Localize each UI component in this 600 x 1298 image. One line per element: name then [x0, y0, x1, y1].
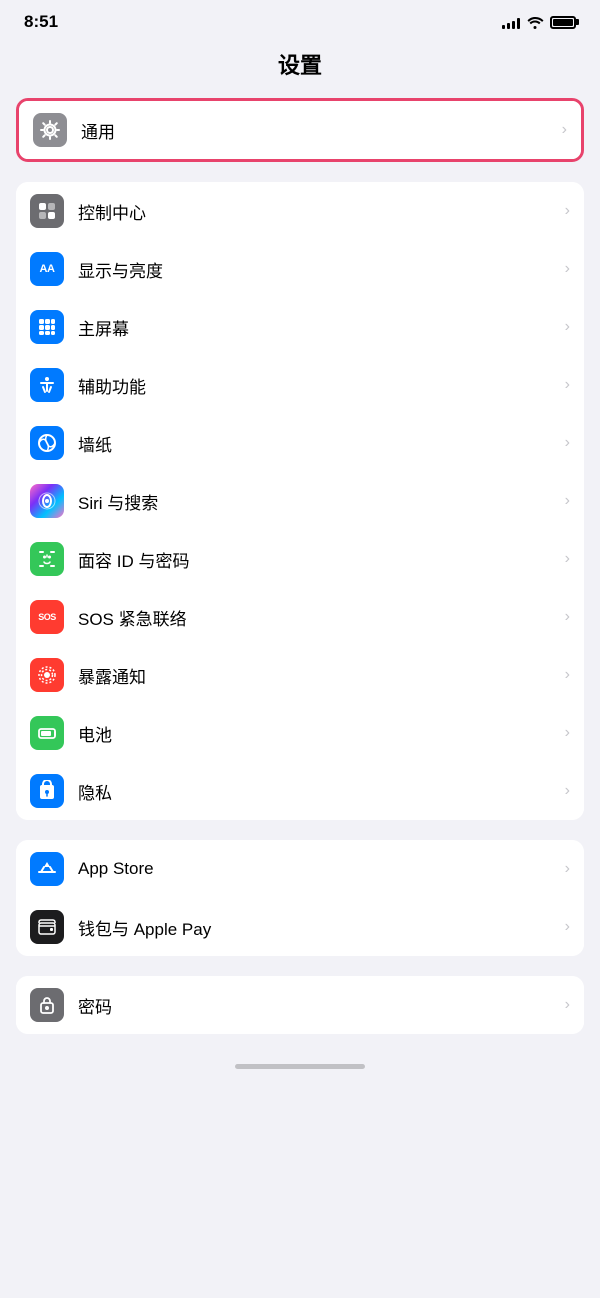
row-home-screen[interactable]: 主屏幕 › [16, 298, 584, 356]
accessibility-chevron: › [565, 376, 570, 394]
row-exposure[interactable]: 暴露通知 › [16, 646, 584, 704]
home-screen-label: 主屏幕 [78, 315, 559, 340]
faceid-label: 面容 ID 与密码 [78, 547, 559, 572]
section-passwords: 密码 › [16, 976, 584, 1034]
section-apps: App Store › 钱包与 Apple Pay › [16, 840, 584, 956]
page-title: 设置 [0, 40, 600, 94]
row-general[interactable]: 通用 › [19, 101, 581, 159]
section-general: 通用 › [16, 98, 584, 162]
row-sos[interactable]: SOS SOS 紧急联络 › [16, 588, 584, 646]
control-center-label: 控制中心 [78, 199, 559, 224]
passwords-label: 密码 [78, 993, 559, 1018]
appstore-icon [30, 852, 64, 886]
privacy-label: 隐私 [78, 779, 559, 804]
wifi-icon [526, 15, 544, 29]
wallpaper-chevron: › [565, 434, 570, 452]
siri-icon [30, 484, 64, 518]
row-wallpaper[interactable]: 墙纸 › [16, 414, 584, 472]
exposure-label: 暴露通知 [78, 663, 559, 688]
sos-icon: SOS [30, 600, 64, 634]
battery-label: 电池 [78, 721, 559, 746]
faceid-icon [30, 542, 64, 576]
siri-label: Siri 与搜索 [78, 489, 559, 514]
row-appstore[interactable]: App Store › [16, 840, 584, 898]
faceid-chevron: › [565, 550, 570, 568]
status-bar: 8:51 [0, 0, 600, 40]
home-indicator-area [0, 1054, 600, 1089]
display-icon: AA [30, 252, 64, 286]
home-screen-chevron: › [565, 318, 570, 336]
status-icons [502, 15, 576, 29]
wallet-label: 钱包与 Apple Pay [78, 915, 559, 940]
row-control-center[interactable]: 控制中心 › [16, 182, 584, 240]
row-accessibility[interactable]: 辅助功能 › [16, 356, 584, 414]
siri-chevron: › [565, 492, 570, 510]
row-siri[interactable]: Siri 与搜索 › [16, 472, 584, 530]
sos-label: SOS 紧急联络 [78, 605, 559, 630]
general-label: 通用 [81, 118, 556, 143]
home-screen-icon [30, 310, 64, 344]
passwords-icon [30, 988, 64, 1022]
sos-chevron: › [565, 608, 570, 626]
battery-icon [550, 16, 576, 29]
status-time: 8:51 [24, 12, 58, 32]
passwords-chevron: › [565, 996, 570, 1014]
control-center-chevron: › [565, 202, 570, 220]
wallet-chevron: › [565, 918, 570, 936]
accessibility-label: 辅助功能 [78, 373, 559, 398]
control-center-icon [30, 194, 64, 228]
gear-icon [33, 113, 67, 147]
wallpaper-icon [30, 426, 64, 460]
row-battery[interactable]: 电池 › [16, 704, 584, 762]
row-faceid[interactable]: 面容 ID 与密码 › [16, 530, 584, 588]
row-wallet[interactable]: 钱包与 Apple Pay › [16, 898, 584, 956]
display-label: 显示与亮度 [78, 257, 559, 282]
battery-settings-icon [30, 716, 64, 750]
exposure-chevron: › [565, 666, 570, 684]
privacy-icon [30, 774, 64, 808]
wallpaper-label: 墙纸 [78, 431, 559, 456]
appstore-chevron: › [565, 860, 570, 878]
row-privacy[interactable]: 隐私 › [16, 762, 584, 820]
privacy-chevron: › [565, 782, 570, 800]
battery-chevron: › [565, 724, 570, 742]
appstore-label: App Store [78, 859, 559, 879]
exposure-icon [30, 658, 64, 692]
display-chevron: › [565, 260, 570, 278]
signal-icon [502, 15, 520, 29]
row-passwords[interactable]: 密码 › [16, 976, 584, 1034]
section-display: 控制中心 › AA 显示与亮度 › 主屏幕 › [16, 182, 584, 820]
accessibility-icon [30, 368, 64, 402]
home-indicator [235, 1064, 365, 1069]
general-chevron: › [562, 121, 567, 139]
wallet-icon [30, 910, 64, 944]
row-display[interactable]: AA 显示与亮度 › [16, 240, 584, 298]
